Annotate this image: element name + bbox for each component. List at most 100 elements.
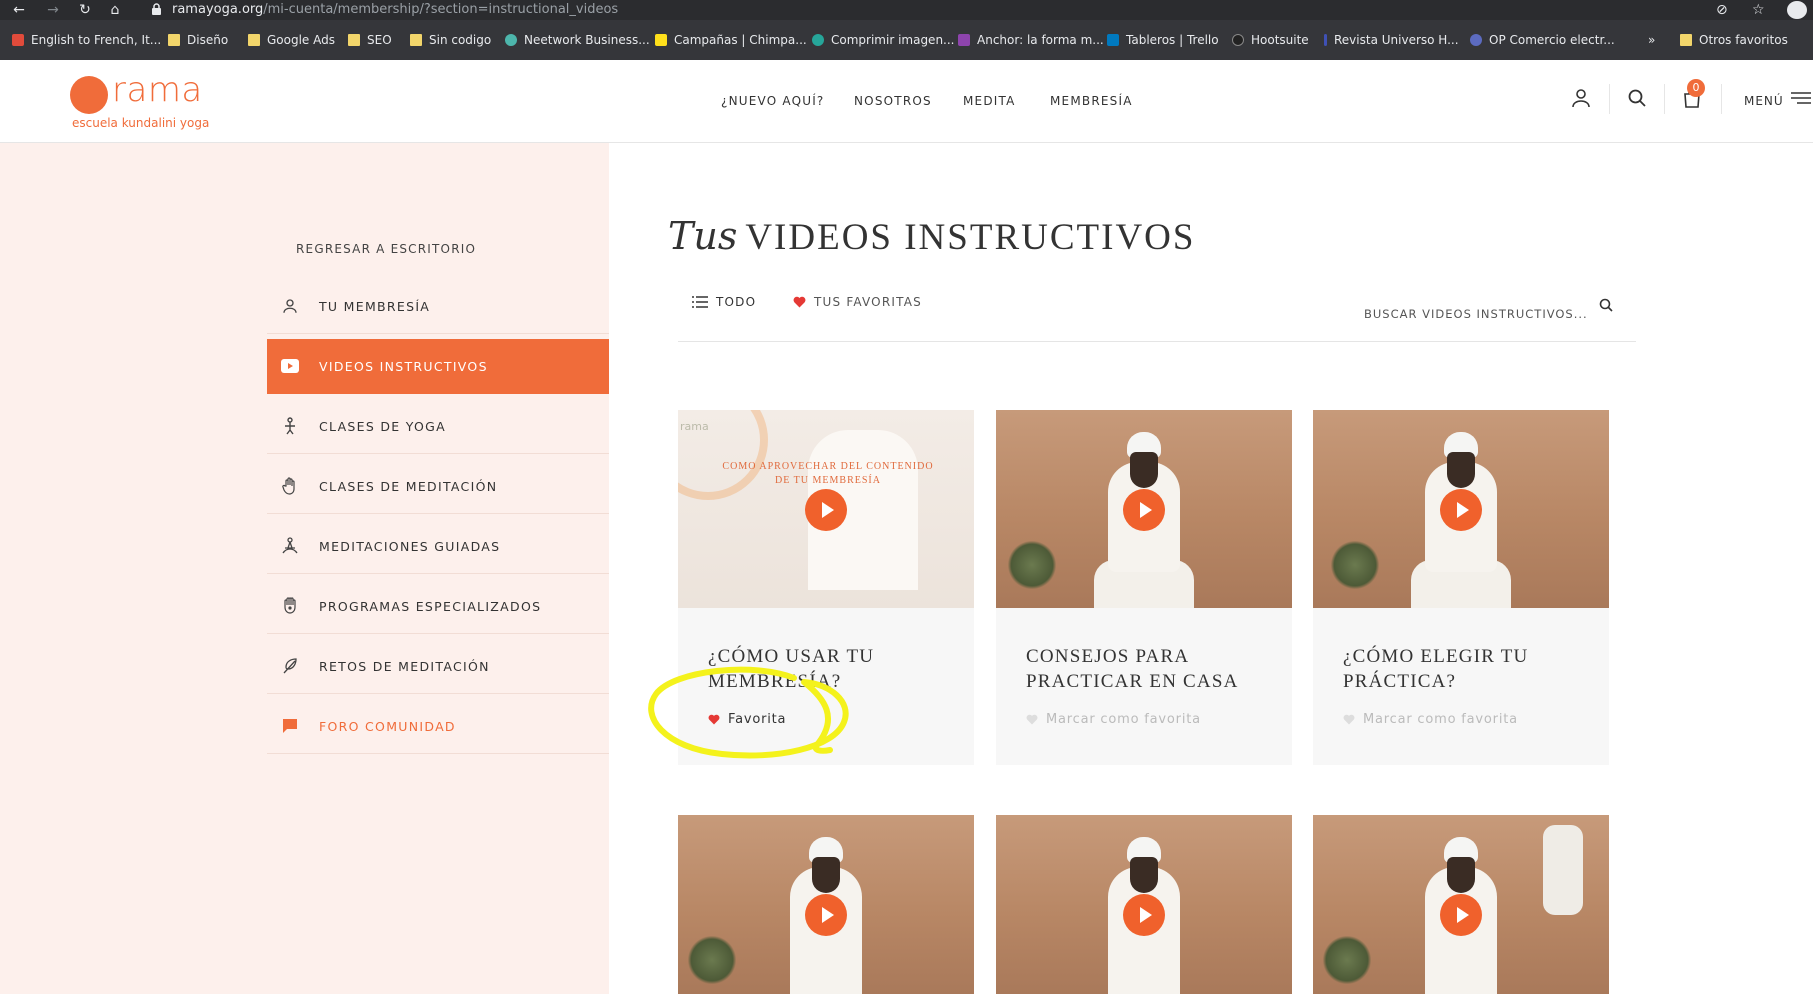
sidebar-item-meditation-challenges[interactable]: RETOS DE MEDITACIÓN (267, 639, 609, 694)
site-favicon-icon (12, 34, 24, 46)
bookmark-folder[interactable]: Google Ads (248, 31, 335, 49)
menu-button[interactable]: MENÚ (1744, 94, 1784, 108)
nav-meditate[interactable]: MEDITA (963, 94, 1016, 108)
mailchimp-icon (655, 34, 667, 46)
bookmark-label: Otros favoritos (1699, 33, 1788, 47)
bookmark-item[interactable]: Campañas | Chimpa... (655, 31, 807, 49)
video-card[interactable] (996, 815, 1292, 994)
hand-icon (281, 477, 299, 495)
video-thumbnail[interactable] (678, 815, 974, 994)
nav-new-here[interactable]: ¿NUEVO AQUÍ? (721, 94, 825, 108)
video-card[interactable]: ¿CÓMO ELEGIR TU PRÁCTICA? Marcar como fa… (1313, 410, 1609, 765)
video-title[interactable]: CONSEJOS PARA PRACTICAR EN CASA (1026, 644, 1276, 694)
browser-toolbar: ← → ↻ ⌂ ramayoga.org/mi-cuenta/membershi… (0, 0, 1813, 20)
nav-about[interactable]: NOSOTROS (854, 94, 932, 108)
bookmark-item[interactable]: Hootsuite (1232, 31, 1309, 49)
eye-off-icon[interactable]: ⊘ (1716, 1, 1728, 19)
account-sidebar: REGRESAR A ESCRITORIO TU MEMBRESÍA VIDEO… (0, 143, 609, 994)
video-thumbnail[interactable] (996, 410, 1292, 608)
bookmark-item[interactable]: Anchor: la forma m... (958, 31, 1104, 49)
bookmark-folder[interactable]: Diseño (168, 31, 228, 49)
reload-icon[interactable]: ↻ (76, 1, 94, 19)
sidebar-item-community-forum[interactable]: FORO COMUNIDAD (267, 699, 609, 754)
tab-all[interactable]: TODO (692, 290, 756, 314)
profile-avatar[interactable] (1787, 1, 1807, 19)
other-bookmarks-folder[interactable]: Otros favoritos (1680, 31, 1788, 49)
thumbnail-caption: COMO APROVECHAR DEL CONTENIDO DE TU MEMB… (722, 461, 934, 486)
home-icon[interactable]: ⌂ (106, 1, 124, 19)
video-filter-bar: TODO TUS FAVORITAS BUSCAR VIDEOS INSTRUC… (678, 290, 1636, 342)
thumbnail-background-figure (1543, 825, 1583, 915)
tab-favorites[interactable]: TUS FAVORITAS (793, 290, 922, 314)
folder-icon (168, 34, 180, 46)
bookmark-item[interactable]: Revista Universo H... (1324, 31, 1459, 49)
video-card[interactable]: CONSEJOS PARA PRACTICAR EN CASA Marcar c… (996, 410, 1292, 765)
folder-icon (348, 34, 360, 46)
video-card[interactable] (1313, 815, 1609, 994)
sidebar-item-label: CLASES DE MEDITACIÓN (319, 478, 498, 494)
sidebar-item-guided-meditations[interactable]: MEDITACIONES GUIADAS (267, 519, 609, 574)
star-icon[interactable]: ☆ (1752, 1, 1765, 19)
play-button-icon[interactable] (805, 894, 847, 936)
folder-icon (1680, 34, 1692, 46)
video-thumbnail[interactable] (1313, 410, 1609, 608)
logo-tagline: escuela kundalini yoga (72, 116, 210, 130)
bookmark-label: OP Comercio electr... (1489, 33, 1615, 47)
bookmark-label: Tableros | Trello (1126, 33, 1219, 47)
video-search-input[interactable]: BUSCAR VIDEOS INSTRUCTIVOS... (1364, 307, 1588, 321)
sidebar-item-label: RETOS DE MEDITACIÓN (319, 658, 490, 674)
bookmark-folder[interactable]: Sin codigo (410, 31, 491, 49)
video-title[interactable]: ¿CÓMO ELEGIR TU PRÁCTICA? (1343, 644, 1593, 694)
bookmark-label: Hootsuite (1251, 33, 1309, 47)
bookmark-label: Campañas | Chimpa... (674, 33, 807, 47)
nav-membership[interactable]: MEMBRESÍA (1050, 94, 1133, 108)
sidebar-item-meditation-classes[interactable]: CLASES DE MEDITACIÓN (267, 459, 609, 514)
play-button-icon[interactable] (1123, 489, 1165, 531)
video-thumbnail[interactable] (996, 815, 1292, 994)
favorite-toggle[interactable]: Marcar como favorita (1026, 712, 1201, 727)
page-title-script: Tus (668, 214, 738, 258)
bookmark-item[interactable]: English to French, It... (12, 31, 161, 49)
sidebar-item-label: TU MEMBRESÍA (319, 298, 431, 314)
sidebar-item-videos[interactable]: VIDEOS INSTRUCTIVOS (267, 339, 609, 394)
favorite-label: Marcar como favorita (1363, 712, 1518, 727)
bookmark-item[interactable]: Neetwork Business... (505, 31, 650, 49)
search-icon[interactable] (1625, 86, 1649, 110)
play-button-icon[interactable] (1123, 894, 1165, 936)
hamburger-icon[interactable] (1789, 86, 1813, 110)
play-button-icon[interactable] (1440, 894, 1482, 936)
sidebar-item-membership[interactable]: TU MEMBRESÍA (267, 279, 609, 334)
sidebar-item-label: FORO COMUNIDAD (319, 718, 456, 734)
highlight-annotation (648, 666, 849, 759)
bookmark-item[interactable]: Tableros | Trello (1107, 31, 1219, 49)
logo[interactable]: rama escuela kundalini yoga (70, 70, 210, 132)
logo-wordmark: rama (112, 70, 203, 110)
favorite-label: Marcar como favorita (1046, 712, 1201, 727)
list-icon (692, 296, 708, 308)
thumbnail-plant (688, 935, 736, 985)
play-button-icon[interactable] (805, 489, 847, 531)
sidebar-item-special-programs[interactable]: PROGRAMAS ESPECIALIZADOS (267, 579, 609, 634)
favorite-toggle[interactable]: Marcar como favorita (1343, 712, 1518, 727)
thumbnail-beard (1447, 857, 1475, 893)
forward-arrow-icon[interactable]: → (44, 1, 62, 19)
video-thumbnail[interactable]: rama COMO APROVECHAR DEL CONTENIDO DE TU… (678, 410, 974, 608)
play-button-icon[interactable] (1440, 489, 1482, 531)
back-arrow-icon[interactable]: ← (10, 1, 28, 19)
bookmark-folder[interactable]: SEO (348, 31, 392, 49)
bookmark-label: Neetwork Business... (524, 33, 650, 47)
more-bookmarks-button[interactable]: » (1648, 31, 1655, 49)
search-icon[interactable] (1598, 297, 1614, 313)
sidebar-item-label: PROGRAMAS ESPECIALIZADOS (319, 598, 542, 614)
sidebar-item-yoga-classes[interactable]: CLASES DE YOGA (267, 399, 609, 454)
back-to-dashboard-link[interactable]: REGRESAR A ESCRITORIO (296, 242, 476, 256)
sidebar-item-label: MEDITACIONES GUIADAS (319, 538, 501, 554)
address-bar[interactable]: ramayoga.org/mi-cuenta/membership/?secti… (172, 2, 618, 18)
feather-icon (281, 657, 299, 675)
video-thumbnail[interactable] (1313, 815, 1609, 994)
video-card[interactable] (678, 815, 974, 994)
bookmark-item[interactable]: Comprimir imagen... (812, 31, 955, 49)
user-icon[interactable] (1569, 86, 1593, 110)
sidebar-item-label: VIDEOS INSTRUCTIVOS (319, 358, 488, 374)
bookmark-item[interactable]: OP Comercio electr... (1470, 31, 1615, 49)
